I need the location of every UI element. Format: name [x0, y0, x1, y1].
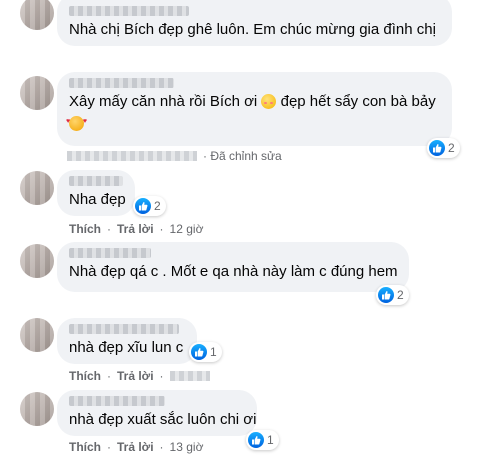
reaction-summary[interactable]: 1 [189, 342, 222, 362]
comment-actions: Thích · Trả lời · 12 giờ [69, 222, 204, 236]
comment-actions: Thích · Trả lời · [69, 369, 210, 383]
avatar[interactable] [20, 244, 54, 278]
reaction-summary[interactable]: 2 [427, 138, 460, 158]
commenter-name-blurred[interactable] [69, 176, 123, 186]
comment-bubble: Nhà đẹp qá c . Mốt e qa nhà này làm c đú… [57, 242, 409, 292]
comment-text: Nha đẹp [69, 191, 126, 208]
like-reaction-icon [191, 344, 207, 360]
comment-bubble: Nhà chị Bích đẹp ghê luôn. Em chúc mừng … [57, 0, 452, 46]
comment-bubble: nhà đẹp xuất sắc luôn chi ơi [57, 390, 257, 436]
avatar[interactable] [20, 0, 54, 30]
reply-button[interactable]: Trả lời [117, 440, 154, 454]
comment-text: Xây mấy căn nhà rồi Bích ơi đẹp hết sẩy … [69, 92, 440, 112]
avatar[interactable] [20, 318, 54, 352]
comment-text: Nhà đẹp qá c . Mốt e qa nhà này làm c đú… [69, 263, 398, 280]
comment-meta: · Đã chỉnh sửa [67, 149, 282, 163]
comment-bubble: Nha đẹp [57, 170, 135, 216]
like-button[interactable]: Thích [69, 222, 101, 236]
reaction-count: 1 [267, 433, 274, 447]
comment-text: Nhà chị Bích đẹp ghê luôn. Em chúc mừng … [69, 21, 436, 38]
comment-bubble: Xây mấy căn nhà rồi Bích ơi đẹp hết sẩy … [57, 72, 452, 146]
avatar[interactable] [20, 76, 54, 110]
edited-label[interactable]: · Đã chỉnh sửa [203, 149, 282, 163]
comment-text-main: Xây mấy căn nhà rồi Bích ơi [69, 93, 258, 110]
comment-bubble: nhà đẹp xĩu lun c [57, 318, 197, 364]
timestamp[interactable]: 12 giờ [170, 222, 204, 236]
reply-button[interactable]: Trả lời [117, 369, 154, 383]
like-reaction-icon [135, 198, 151, 214]
timestamp[interactable]: 13 giờ [170, 440, 204, 454]
like-reaction-icon [378, 287, 394, 303]
meta-blurred [67, 151, 197, 161]
reaction-summary[interactable]: 1 [246, 430, 279, 450]
like-button[interactable]: Thích [69, 440, 101, 454]
comment-actions: Thích · Trả lời · 13 giờ [69, 440, 204, 454]
commenter-name-blurred[interactable] [69, 78, 174, 88]
avatar[interactable] [20, 392, 54, 426]
reaction-summary[interactable]: 2 [133, 196, 166, 216]
commenter-name-blurred[interactable] [69, 324, 179, 334]
flushed-face-emoji-icon [261, 94, 277, 109]
reply-button[interactable]: Trả lời [117, 222, 154, 236]
reaction-summary[interactable]: 2 [376, 285, 409, 305]
avatar[interactable] [20, 171, 54, 205]
reaction-count: 1 [210, 345, 217, 359]
like-reaction-icon [429, 140, 445, 156]
like-button[interactable]: Thích [69, 369, 101, 383]
commenter-name-blurred[interactable] [69, 248, 151, 258]
comment-text: nhà đẹp xuất sắc luôn chi ơi [69, 411, 257, 428]
commenter-name-blurred[interactable] [69, 396, 165, 406]
reaction-count: 2 [154, 199, 161, 213]
timestamp-blurred[interactable] [169, 371, 210, 381]
like-reaction-icon [248, 432, 264, 448]
reaction-count: 2 [397, 288, 404, 302]
reaction-count: 2 [448, 141, 455, 155]
comment-text: nhà đẹp xĩu lun c [69, 339, 184, 356]
comment-text-tail: đẹp hết sẩy con bà bảy [280, 93, 436, 110]
smiling-face-with-hearts-emoji-icon [66, 112, 87, 132]
commenter-name-blurred[interactable] [69, 6, 189, 16]
